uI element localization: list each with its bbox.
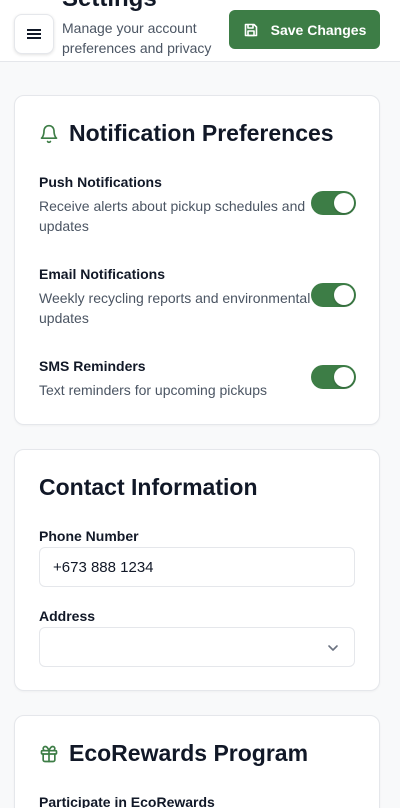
email-notifications-toggle[interactable] xyxy=(311,283,356,307)
menu-icon xyxy=(27,29,41,39)
push-notifications-toggle[interactable] xyxy=(311,191,356,215)
push-notifications-description: Receive alerts about pickup schedules an… xyxy=(39,198,306,234)
ecorewards-title: EcoRewards Program xyxy=(69,740,309,766)
chevron-down-icon xyxy=(328,645,338,651)
phone-number-label: Phone Number xyxy=(39,528,139,544)
ecorewards-heading: EcoRewards Program xyxy=(39,740,308,767)
menu-button[interactable] xyxy=(14,14,54,54)
gift-icon xyxy=(40,745,58,762)
address-select[interactable] xyxy=(39,627,355,667)
app-header: Settings Manage your account preferences… xyxy=(0,0,400,62)
phone-number-value: +673 888 1234 xyxy=(53,558,154,576)
sms-reminders-toggle[interactable] xyxy=(311,365,356,389)
toggle-knob xyxy=(334,193,354,213)
email-notifications-label: Email Notifications xyxy=(39,266,166,282)
sms-reminders-label: SMS Reminders xyxy=(39,358,146,374)
toggle-knob xyxy=(334,367,354,387)
address-label: Address xyxy=(39,608,96,624)
notification-preferences-card: Notification Preferences Push Notificati… xyxy=(14,95,380,425)
toggle-knob xyxy=(334,285,354,305)
save-icon xyxy=(244,23,257,36)
notification-preferences-title: Notification Preferences xyxy=(69,120,334,146)
save-changes-button[interactable]: Save Changes xyxy=(229,10,380,49)
email-notifications-description: Weekly recycling reports and environment… xyxy=(39,290,311,326)
contact-information-card: Contact Information Phone Number +673 88… xyxy=(14,449,380,691)
page-title: Settings xyxy=(62,0,157,12)
bell-icon xyxy=(40,124,58,143)
sms-reminders-description: Text reminders for upcoming pickups xyxy=(39,382,267,398)
ecorewards-card: EcoRewards Program Participate in EcoRew… xyxy=(14,715,380,808)
push-notifications-label: Push Notifications xyxy=(39,174,162,190)
participate-ecorewards-label: Participate in EcoRewards xyxy=(39,794,215,808)
page-subtitle: Manage your account preferences and priv… xyxy=(62,20,212,61)
phone-number-input[interactable]: +673 888 1234 xyxy=(39,547,355,587)
save-changes-label: Save Changes xyxy=(270,21,367,38)
notification-preferences-heading: Notification Preferences xyxy=(39,120,334,147)
contact-information-heading: Contact Information xyxy=(39,474,258,500)
